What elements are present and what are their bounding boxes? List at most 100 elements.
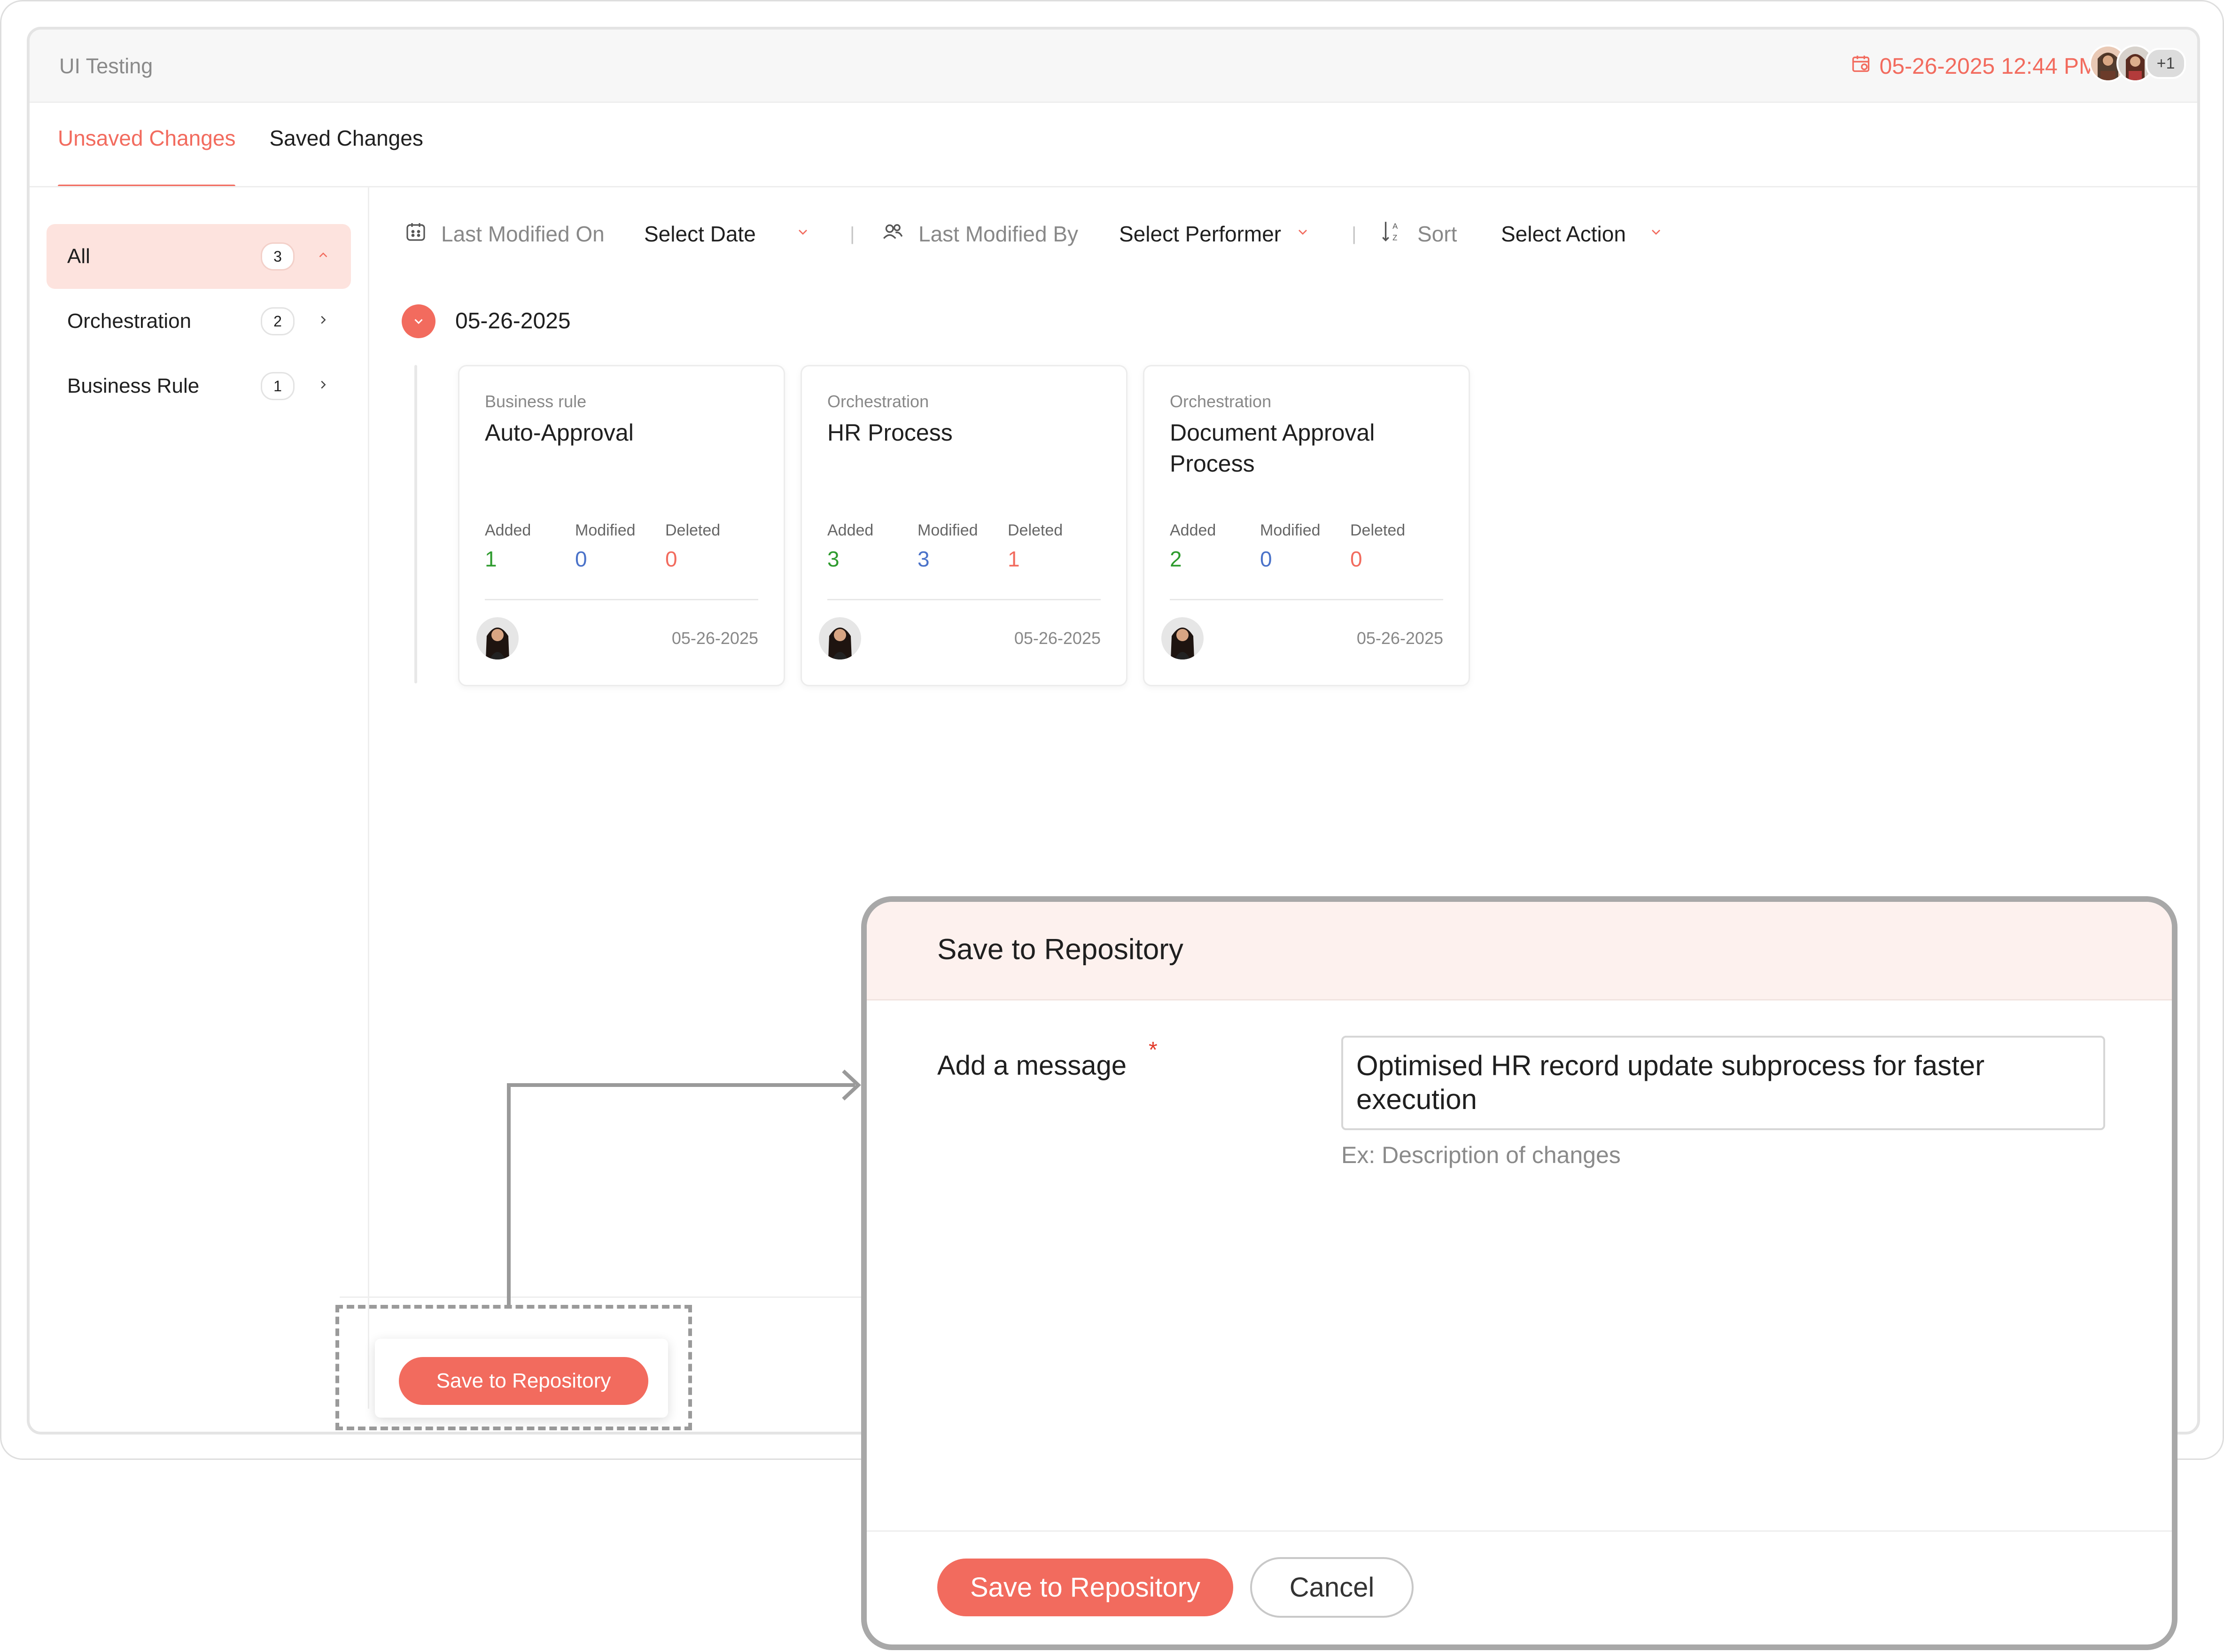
stat-added: Added 1 — [485, 521, 531, 572]
card-title: HR Process — [827, 419, 953, 446]
tab-unsaved-changes[interactable]: Unsaved Changes — [58, 103, 236, 187]
calendar-icon — [404, 220, 427, 248]
dialog-title: Save to Repository — [937, 933, 1183, 966]
dialog-header: Save to Repository — [867, 902, 2172, 1001]
sort-label: Sort — [1417, 222, 1457, 246]
dialog-cancel-button[interactable]: Cancel — [1250, 1557, 1414, 1618]
performer-select[interactable]: Select Performer — [1119, 213, 1310, 255]
stat-value: 1 — [1008, 547, 1020, 571]
sidebar-item-label: Business Rule — [67, 374, 200, 397]
stat-value: 2 — [1170, 547, 1182, 571]
chevron-down-icon — [1295, 225, 1310, 244]
sidebar-item-label: All — [67, 245, 90, 268]
tab-saved-changes[interactable]: Saved Changes — [269, 103, 423, 187]
stat-modified: Modified 0 — [1260, 521, 1321, 572]
stat-value: 3 — [827, 547, 840, 571]
card-type: Orchestration — [1170, 392, 1272, 411]
collaborator-avatars[interactable]: +1 — [2089, 44, 2186, 83]
stat-deleted: Deleted 1 — [1008, 521, 1063, 572]
card-title: Document Approval Process — [1170, 419, 1375, 477]
filter-label: Last Modified By — [918, 222, 1079, 246]
chevron-right-icon — [316, 376, 330, 396]
card-date: 05-26-2025 — [1356, 628, 1443, 648]
app-title: UI Testing — [59, 54, 153, 78]
stat-value: 3 — [918, 547, 930, 571]
change-card[interactable]: Orchestration Document Approval Process … — [1143, 365, 1470, 686]
group-timeline-line — [414, 365, 417, 683]
card-divider — [1170, 599, 1443, 600]
card-date: 05-26-2025 — [671, 628, 758, 648]
group-date-heading: 05-26-2025 — [455, 309, 571, 334]
sort-control[interactable]: AZ Sort — [1380, 213, 1457, 255]
save-to-repository-dialog: Save to Repository Add a message * Optim… — [861, 896, 2177, 1650]
stat-added: Added 2 — [1170, 521, 1216, 572]
required-marker: * — [1149, 1038, 1158, 1063]
stat-deleted: Deleted 0 — [665, 521, 720, 572]
date-select-value: Select Date — [644, 222, 756, 246]
filter-label: Last Modified On — [441, 222, 605, 246]
card-title: Auto-Approval — [485, 419, 634, 446]
stat-deleted: Deleted 0 — [1350, 521, 1405, 572]
sidebar-item-orchestration[interactable]: Orchestration 2 — [47, 289, 351, 354]
stat-value: 0 — [1350, 547, 1362, 571]
change-card[interactable]: Business rule Auto-Approval Added 1 Modi… — [458, 365, 785, 686]
card-divider — [485, 599, 758, 600]
avatar — [819, 617, 861, 659]
avatar — [1161, 617, 1204, 659]
filter-separator: | — [1352, 223, 1357, 244]
svg-text:A: A — [1392, 221, 1398, 230]
chevron-up-icon — [316, 247, 330, 266]
stat-label: Deleted — [1350, 521, 1406, 539]
performer-select-value: Select Performer — [1119, 222, 1282, 246]
stat-value: 0 — [665, 547, 677, 571]
stat-label: Modified — [1260, 521, 1321, 539]
stat-label: Deleted — [1008, 521, 1063, 539]
dialog-save-button[interactable]: Save to Repository — [937, 1559, 1233, 1616]
filter-separator: | — [850, 223, 855, 244]
group-collapse-toggle[interactable] — [402, 304, 435, 338]
avatar — [476, 617, 519, 659]
chevron-right-icon — [316, 311, 330, 331]
stat-value: 1 — [485, 547, 497, 571]
action-select-value: Select Action — [1501, 222, 1626, 246]
last-modified-by-filter: Last Modified By — [881, 213, 1078, 255]
stat-value: 0 — [575, 547, 587, 571]
stat-label: Modified — [575, 521, 636, 539]
stat-label: Deleted — [665, 521, 721, 539]
chevron-down-icon — [414, 319, 423, 324]
count-badge: 1 — [261, 372, 295, 400]
calendar-icon — [1851, 53, 1871, 79]
stat-label: Added — [1170, 521, 1216, 539]
card-date: 05-26-2025 — [1014, 628, 1101, 648]
date-select[interactable]: Select Date — [644, 213, 810, 255]
stat-label: Added — [827, 521, 874, 539]
sidebar-item-all[interactable]: All 3 — [47, 224, 351, 289]
sort-az-icon: AZ — [1380, 219, 1403, 249]
card-type: Orchestration — [827, 392, 929, 411]
more-users-badge: +1 — [2146, 48, 2186, 79]
stat-added: Added 3 — [827, 521, 873, 572]
card-type: Business rule — [485, 392, 587, 411]
card-divider — [827, 599, 1101, 600]
stat-modified: Modified 3 — [918, 521, 978, 572]
header-timestamp: 05-26-2025 12:44 PM — [1851, 48, 2098, 84]
message-hint: Ex: Description of changes — [1341, 1142, 1621, 1168]
dialog-footer-divider — [867, 1530, 2172, 1532]
stat-modified: Modified 0 — [575, 521, 636, 572]
stat-label: Modified — [918, 521, 978, 539]
action-select[interactable]: Select Action — [1501, 213, 1664, 255]
count-badge: 3 — [261, 242, 295, 271]
change-card[interactable]: Orchestration HR Process Added 3 Modifie… — [801, 365, 1128, 686]
sidebar-item-business-rule[interactable]: Business Rule 1 — [47, 354, 351, 419]
app-header: UI Testing 05-26-2025 12:44 PM +1 — [30, 30, 2197, 103]
stat-label: Added — [485, 521, 531, 539]
callout-connector-arrow — [507, 1070, 861, 1306]
message-input[interactable]: Optimised HR record update subprocess fo… — [1341, 1036, 2105, 1130]
last-modified-on-filter: Last Modified On — [404, 213, 605, 255]
chevron-down-icon — [1649, 225, 1664, 244]
chevron-down-icon — [795, 225, 810, 244]
count-badge: 2 — [261, 307, 295, 335]
save-to-repository-button[interactable]: Save to Repository — [399, 1357, 648, 1405]
sidebar: All 3 Orchestration 2 Business Rule 1 — [30, 187, 369, 1409]
message-label: Add a message — [937, 1050, 1127, 1081]
